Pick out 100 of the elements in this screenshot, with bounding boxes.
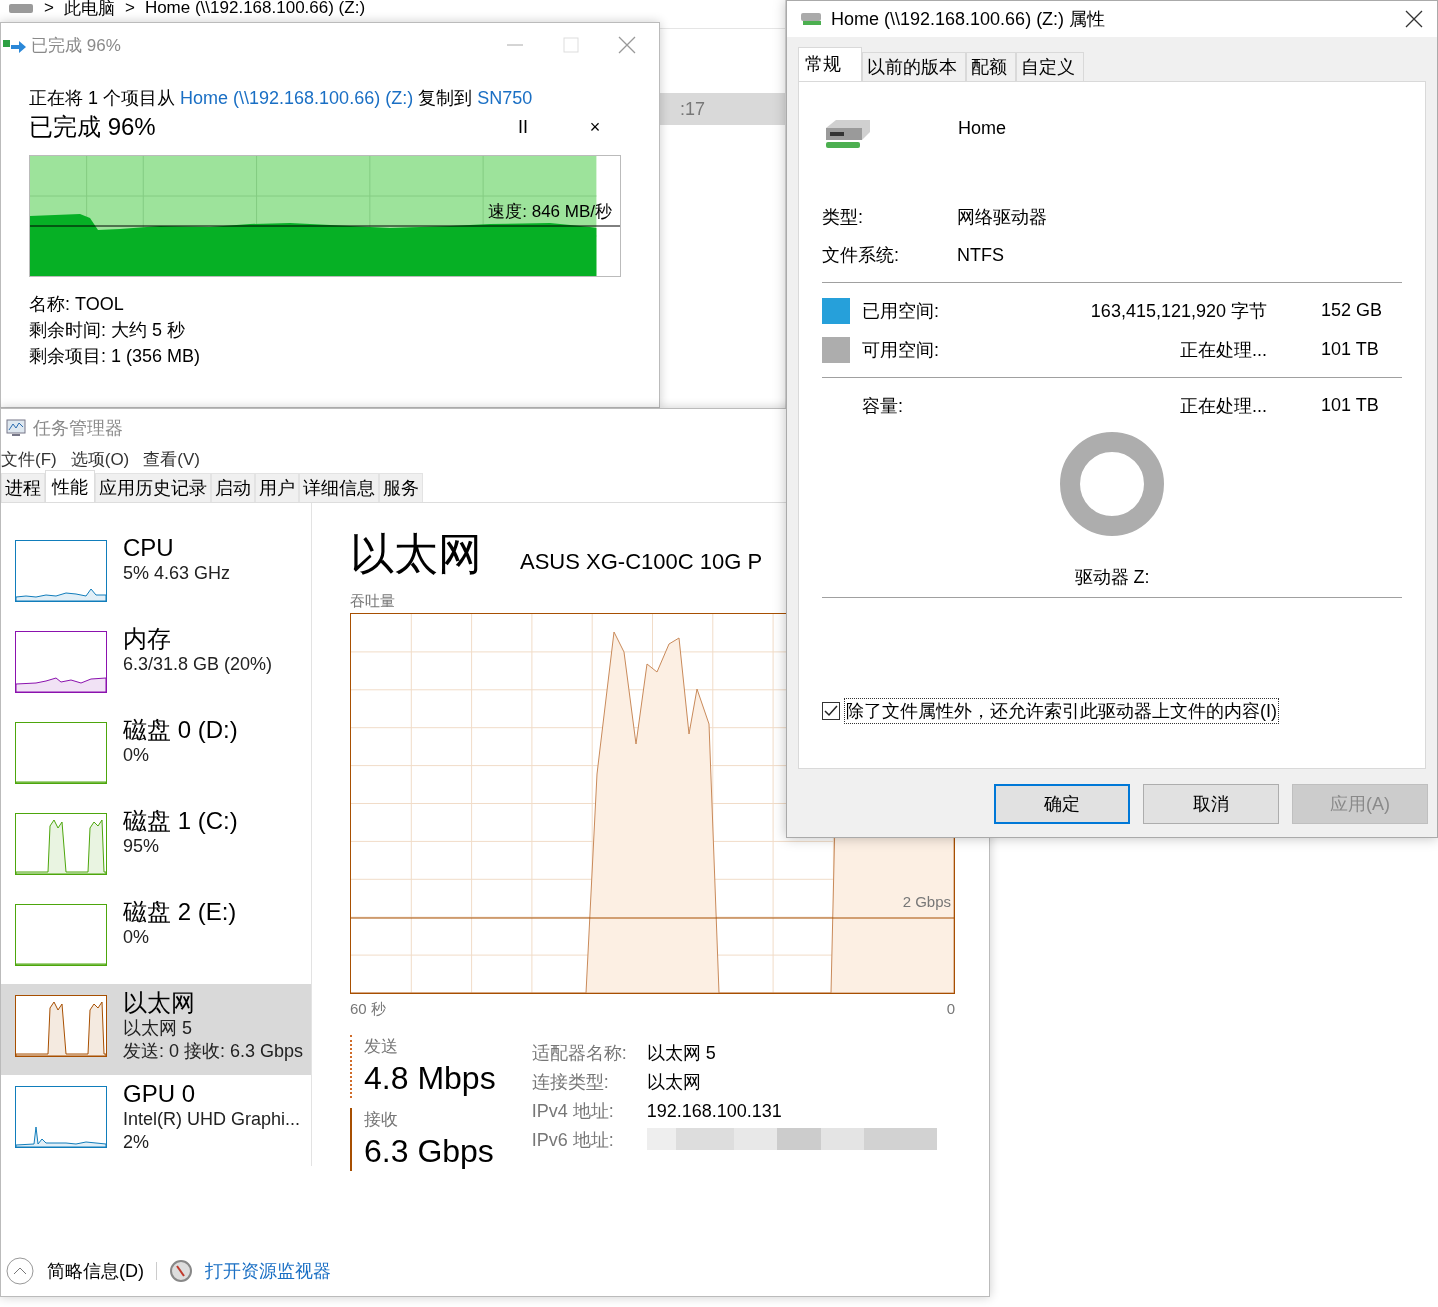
resource-detail: 95% [123, 835, 161, 859]
menu-item[interactable]: 选项(O) [70, 448, 130, 471]
stat-value: 6.3 Gbps [364, 1132, 495, 1172]
tab[interactable]: 进程 [1, 473, 45, 503]
space-label: 容量: [862, 394, 904, 418]
property-label: 文件系统: [822, 244, 900, 267]
copy-message: 正在将 1 个项目从 Home (\\192.168.100.66) (Z:) 复制到 SN750 [29, 87, 534, 110]
menu-item[interactable]: 文件(F) [1, 448, 57, 471]
cancel-button[interactable]: × [559, 116, 631, 138]
tab[interactable]: 用户 [255, 473, 299, 503]
monitor-icon [5, 417, 27, 438]
menu-item[interactable]: 查看(V) [143, 448, 200, 471]
collapse-icon[interactable] [5, 1256, 35, 1287]
copy-icon [3, 37, 27, 53]
resource-detail: Intel(R) UHD Graphi... [123, 1108, 301, 1132]
resource-detail: 0% [123, 744, 150, 768]
detail-label: 适配器名称: [531, 1042, 628, 1066]
drive-name: Home [958, 118, 1006, 140]
scale-label: 2 Gbps [902, 893, 951, 911]
dialog-button[interactable]: 确定 [994, 784, 1130, 824]
tab[interactable]: 以前的版本 [862, 52, 966, 81]
resource-item[interactable]: 内存 6.3/31.8 GB (20%) [1, 620, 311, 712]
resource-detail: 发送: 0 接收: 6.3 Gbps [123, 1040, 304, 1064]
summary-toggle[interactable]: 简略信息(D) [47, 1259, 144, 1284]
tab[interactable]: 性能 [45, 470, 95, 503]
detail-label: 连接类型: [531, 1071, 610, 1095]
resource-detail: 0% [123, 926, 150, 950]
stat-value: 4.8 Mbps [364, 1059, 496, 1099]
property-value: 网络驱动器 [957, 206, 1048, 229]
tab[interactable]: 启动 [211, 473, 255, 503]
space-size: 152 GB [1320, 300, 1384, 321]
detail-label: IPv6 地址: [531, 1129, 615, 1153]
axis-label: 60 秒 [350, 1000, 386, 1020]
detail-value: 以太网 5 [646, 1042, 717, 1066]
space-label: 可用空间: [862, 338, 940, 362]
detail-value: 大约 5 秒 [111, 320, 186, 340]
resource-item[interactable]: 磁盘 1 (C:) 95% [1, 802, 311, 894]
tab[interactable]: 应用历史记录 [95, 473, 211, 503]
resource-item[interactable]: GPU 0 Intel(R) UHD Graphi... 2% [1, 1075, 311, 1167]
axis-label: 0 [946, 1000, 955, 1020]
tab[interactable]: 自定义 [1016, 52, 1084, 81]
detail-label: 剩余项目: [29, 346, 106, 366]
detail-value: TOOL [75, 294, 124, 314]
resource-title: CPU [123, 534, 175, 563]
stat-label: 接收 [364, 1109, 399, 1132]
checkbox-label[interactable]: 除了文件属性外，还允许索引此驱动器上文件的内容(I) [844, 698, 1279, 724]
adapter-name: ASUS XG-C100C 10G P [520, 549, 763, 576]
resource-detail: 以太网 5 [123, 1017, 193, 1041]
resource-title: 以太网 [123, 989, 196, 1018]
space-bytes: 正在处理... [1179, 394, 1267, 418]
gauge-icon [169, 1259, 193, 1284]
resource-title: GPU 0 [123, 1080, 197, 1109]
space-size: 101 TB [1320, 339, 1380, 360]
window-title: Home (\\192.168.100.66) (Z:) 属性 [831, 8, 1107, 31]
resource-detail: 5% 4.63 GHz [123, 562, 231, 586]
progress-heading: 已完成 96% [29, 112, 157, 142]
resource-monitor-link[interactable]: 打开资源监视器 [205, 1259, 331, 1284]
stat-label: 发送 [364, 1036, 399, 1059]
resource-detail: 2% [123, 1131, 150, 1155]
resource-item[interactable]: CPU 5% 4.63 GHz [1, 529, 311, 621]
resource-item[interactable]: 以太网 以太网 5 发送: 0 接收: 6.3 Gbps [1, 984, 311, 1076]
resource-detail: 6.3/31.8 GB (20%) [123, 653, 273, 677]
window-title: 任务管理器 [33, 416, 123, 440]
pause-button[interactable]: II [487, 116, 559, 138]
breadcrumb-item[interactable]: > [44, 0, 54, 18]
property-label: 类型: [822, 206, 864, 229]
tab[interactable]: 常规 [798, 47, 862, 81]
window-title: 已完成 96% [31, 34, 122, 57]
space-label: 已用空间: [862, 299, 940, 323]
drive-label: 驱动器 Z: [1074, 566, 1150, 589]
tab[interactable]: 服务 [379, 473, 423, 503]
resource-title: 磁盘 0 (D:) [123, 716, 238, 745]
detail-label: 名称: [29, 294, 70, 314]
detail-label: IPv4 地址: [531, 1100, 615, 1124]
drive-icon [8, 2, 34, 14]
detail-value: 192.168.100.131 [646, 1100, 783, 1124]
resource-title: 磁盘 1 (C:) [123, 807, 238, 836]
dialog-button[interactable]: 取消 [1143, 784, 1279, 824]
breadcrumb-item[interactable]: > [124, 0, 135, 18]
breadcrumb-item[interactable]: Home (\\192.168.100.66) (Z:) [144, 0, 366, 18]
resource-title: 内存 [123, 625, 172, 654]
tab[interactable]: 配额 [966, 52, 1016, 81]
close-icon[interactable] [1405, 10, 1423, 28]
resource-heading: 以太网 [350, 528, 482, 581]
detail-label: 剩余时间: [29, 320, 106, 340]
breadcrumb-item[interactable]: 此电脑 [63, 0, 115, 20]
detail-value: 1 (356 MB) [111, 346, 201, 366]
location-link[interactable]: Home (\\192.168.100.66) (Z:) [180, 88, 414, 108]
index-checkbox[interactable] [822, 702, 840, 720]
resource-title: 磁盘 2 (E:) [123, 898, 237, 927]
location-link[interactable]: SN750 [477, 88, 533, 108]
space-bytes: 正在处理... [1179, 338, 1267, 362]
speed-label: 速度: 846 MB/秒 [488, 201, 612, 223]
chart-label: 吞吐量 [350, 592, 396, 612]
resource-item[interactable]: 磁盘 2 (E:) 0% [1, 893, 311, 985]
space-bytes: 163,415,121,920 字节 [1089, 299, 1267, 323]
detail-value: 以太网 [646, 1071, 702, 1095]
tab[interactable]: 详细信息 [299, 473, 379, 503]
resource-item[interactable]: 磁盘 0 (D:) 0% [1, 711, 311, 803]
property-value: NTFS [957, 244, 1005, 266]
